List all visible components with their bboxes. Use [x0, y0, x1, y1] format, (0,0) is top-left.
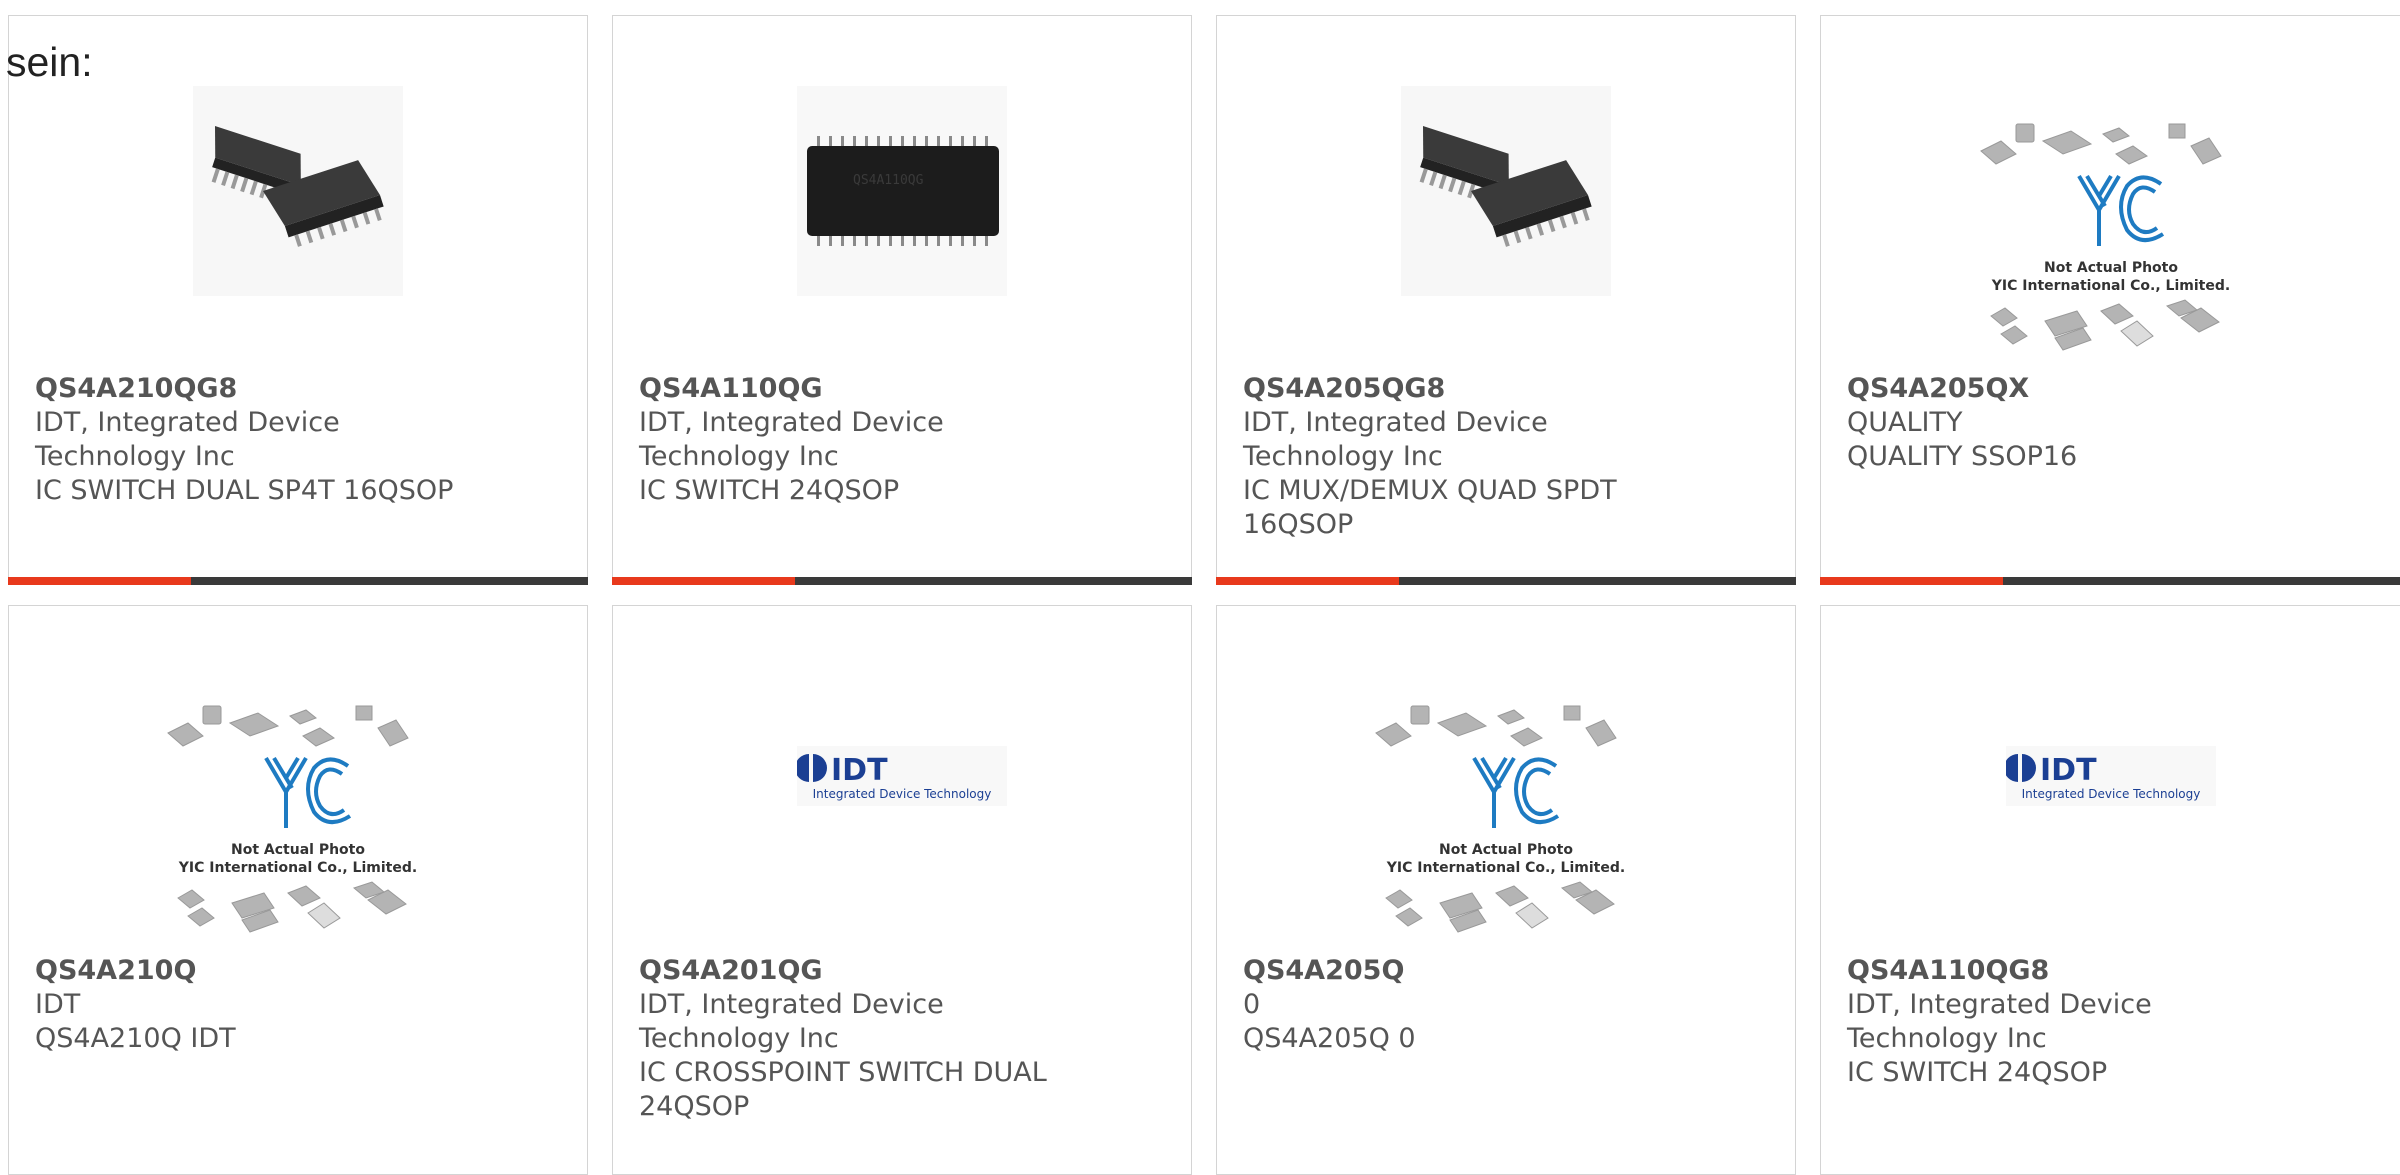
idt-logo-mark: IDT — [2040, 753, 2097, 788]
product-info: QS4A205QG8 IDT, Integrated Device Techno… — [1243, 372, 1775, 542]
chip-qsop16-image — [193, 86, 403, 296]
manufacturer-line: IDT, Integrated Device — [1243, 407, 1548, 438]
card-accent-bar — [8, 577, 588, 585]
manufacturer-line: IDT, Integrated Device — [639, 407, 944, 438]
card-accent-bar — [1820, 577, 2400, 585]
product-info: QS4A205QX QUALITY QUALITY SSOP16 — [1847, 372, 2381, 474]
product-info: QS4A110QG8 IDT, Integrated Device Techno… — [1847, 954, 2381, 1090]
product-info: QS4A110QG IDT, Integrated Device Technol… — [639, 372, 1171, 508]
yic-placeholder-image: Not Actual Photo YIC International Co., … — [1980, 123, 2230, 351]
product-card[interactable]: IDT Integrated Device Technology QS4A110… — [1820, 605, 2400, 1175]
card-accent-highlight — [8, 577, 191, 585]
product-image[interactable]: Not Actual Photo YIC International Co., … — [9, 688, 587, 938]
product-info: QS4A210QG8 IDT, Integrated Device Techno… — [35, 372, 567, 508]
manufacturer-line: Technology Inc — [639, 1023, 839, 1054]
description-line: 24QSOP — [639, 1091, 750, 1122]
description-line: QS4A205Q 0 — [1243, 1023, 1416, 1054]
product-image[interactable]: IDT Integrated Device Technology — [1821, 746, 2400, 806]
manufacturer-line: IDT, Integrated Device — [639, 989, 944, 1020]
description-line: IC CROSSPOINT SWITCH DUAL — [639, 1057, 1047, 1088]
manufacturer-line: IDT, Integrated Device — [1847, 989, 2152, 1020]
product-image[interactable]: Not Actual Photo YIC International Co., … — [1821, 106, 2400, 356]
part-number-link[interactable]: QS4A205Q — [1243, 954, 1775, 988]
part-number-link[interactable]: QS4A110QG8 — [1847, 954, 2381, 988]
description-line: IC SWITCH 24QSOP — [639, 475, 900, 506]
manufacturer-line: Technology Inc — [35, 441, 235, 472]
product-card[interactable]: QS4A210QG8 IDT, Integrated Device Techno… — [8, 15, 588, 585]
manufacturer-line: 0 — [1243, 989, 1261, 1020]
product-image[interactable] — [1217, 86, 1795, 296]
product-card[interactable]: QS4A205QG8 IDT, Integrated Device Techno… — [1216, 15, 1796, 585]
product-card[interactable]: QS4A110QG QS4A110QG IDT, Integrated Devi… — [612, 15, 1192, 585]
description-line: IC SWITCH DUAL SP4T 16QSOP — [35, 475, 454, 506]
manufacturer-line: IDT — [35, 989, 81, 1020]
manufacturer-line: QUALITY — [1847, 407, 1963, 438]
chip-marking-text: QS4A110QG — [853, 173, 924, 188]
idt-logo-mark: IDT — [831, 753, 888, 788]
part-number-link[interactable]: QS4A201QG — [639, 954, 1171, 988]
manufacturer-line: IDT, Integrated Device — [35, 407, 340, 438]
product-info: QS4A201QG IDT, Integrated Device Technol… — [639, 954, 1171, 1124]
description-line: QUALITY SSOP16 — [1847, 441, 2078, 472]
product-card[interactable]: IDT Integrated Device Technology QS4A201… — [612, 605, 1192, 1175]
part-number-link[interactable]: QS4A110QG — [639, 372, 1171, 406]
description-line: IC MUX/DEMUX QUAD SPDT — [1243, 475, 1617, 506]
intro-text: sein: — [6, 39, 93, 85]
placeholder-caption: Not Actual Photo — [231, 842, 365, 858]
placeholder-caption: Not Actual Photo — [1439, 842, 1573, 858]
card-accent-bar — [612, 577, 1192, 585]
product-card[interactable]: Not Actual Photo YIC International Co., … — [1216, 605, 1796, 1175]
chip-qsop24-image: QS4A110QG — [797, 86, 1007, 296]
product-image[interactable]: Not Actual Photo YIC International Co., … — [1217, 688, 1795, 938]
product-image[interactable]: IDT Integrated Device Technology — [613, 746, 1191, 806]
card-accent-highlight — [612, 577, 795, 585]
manufacturer-line: Technology Inc — [1847, 1023, 2047, 1054]
description-line: IC SWITCH 24QSOP — [1847, 1057, 2108, 1088]
description-line: 16QSOP — [1243, 509, 1354, 540]
card-accent-highlight — [1820, 577, 2003, 585]
part-number-link[interactable]: QS4A205QX — [1847, 372, 2381, 406]
placeholder-caption: YIC International Co., Limited. — [178, 860, 417, 876]
placeholder-caption: YIC International Co., Limited. — [1991, 278, 2230, 294]
part-number-link[interactable]: QS4A205QG8 — [1243, 372, 1775, 406]
manufacturer-line: Technology Inc — [1243, 441, 1443, 472]
card-accent-highlight — [1216, 577, 1399, 585]
card-accent-bar — [1216, 577, 1796, 585]
part-number-link[interactable]: QS4A210QG8 — [35, 372, 567, 406]
manufacturer-line: Technology Inc — [639, 441, 839, 472]
part-number-link[interactable]: QS4A210Q — [35, 954, 567, 988]
idt-logo-tagline: Integrated Device Technology — [813, 787, 992, 801]
idt-logo-tagline: Integrated Device Technology — [2022, 787, 2201, 801]
placeholder-caption: Not Actual Photo — [2044, 260, 2178, 276]
yic-placeholder-image: Not Actual Photo YIC International Co., … — [167, 705, 417, 933]
product-info: QS4A205Q 0 QS4A205Q 0 — [1243, 954, 1775, 1056]
yic-placeholder-image: Not Actual Photo YIC International Co., … — [1375, 705, 1625, 933]
product-info: QS4A210Q IDT QS4A210Q IDT — [35, 954, 567, 1056]
product-image[interactable]: QS4A110QG — [613, 86, 1191, 296]
chip-qsop16-image — [1401, 86, 1611, 296]
description-line: QS4A210Q IDT — [35, 1023, 236, 1054]
product-card[interactable]: Not Actual Photo YIC International Co., … — [1820, 15, 2400, 585]
placeholder-caption: YIC International Co., Limited. — [1386, 860, 1625, 876]
product-card[interactable]: Not Actual Photo YIC International Co., … — [8, 605, 588, 1175]
idt-logo-image: IDT Integrated Device Technology — [2006, 746, 2216, 806]
product-image[interactable] — [9, 86, 587, 296]
product-grid: QS4A210QG8 IDT, Integrated Device Techno… — [0, 0, 2400, 1175]
idt-logo-image: IDT Integrated Device Technology — [797, 746, 1007, 806]
